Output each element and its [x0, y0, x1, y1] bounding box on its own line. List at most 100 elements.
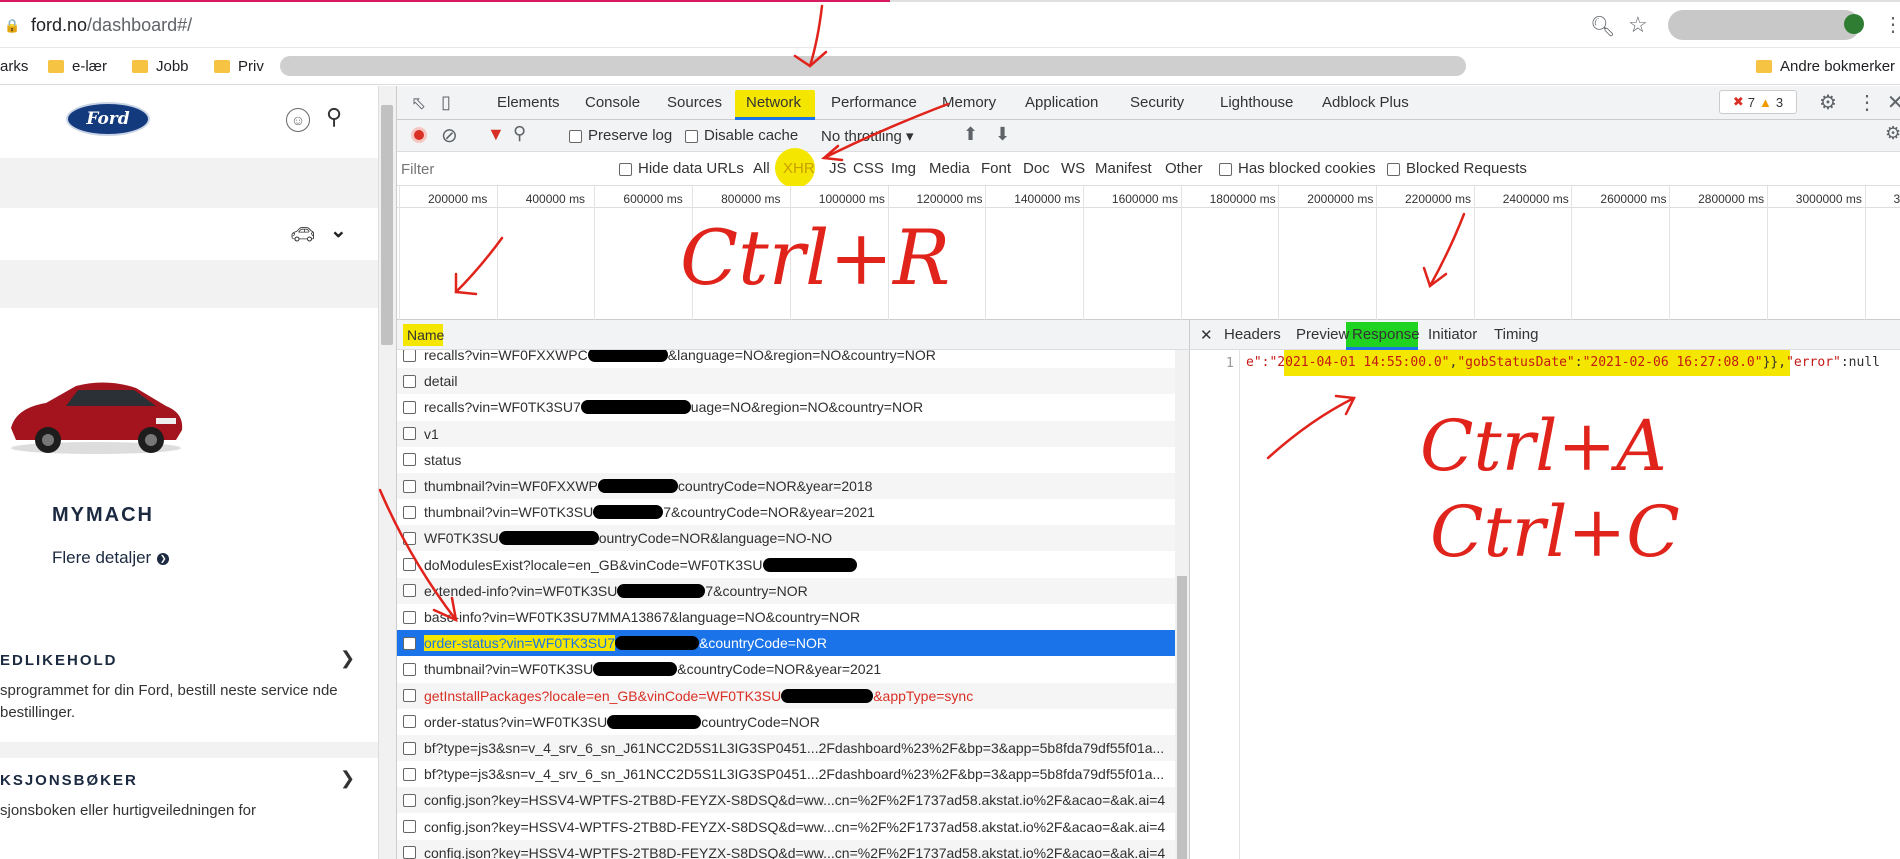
throttling-select[interactable]: No throttling ▾: [821, 127, 914, 145]
tab-response[interactable]: Response: [1352, 326, 1420, 343]
maintenance-section[interactable]: EDLIKEHOLD ❯ sprogrammet for din Ford, b…: [0, 638, 378, 742]
request-row[interactable]: status: [397, 447, 1175, 473]
has-blocked-cookies-checkbox[interactable]: Has blocked cookies: [1219, 160, 1376, 177]
clear-icon[interactable]: ⊘: [441, 123, 458, 148]
type-filter-xhr[interactable]: XHR: [783, 160, 815, 177]
request-row[interactable]: config.json?key=HSSV4-WPTFS-2TB8D-FEYZX-…: [397, 787, 1175, 814]
request-type-icon: [403, 453, 416, 467]
bookmark-folder[interactable]: e-lær: [48, 58, 107, 75]
tab-memory[interactable]: Memory: [942, 94, 996, 111]
checkbox-box: [1387, 162, 1400, 176]
request-row[interactable]: order-status?vin=WF0TK3SU countryCode=NOR: [397, 709, 1175, 735]
type-filter-font[interactable]: Font: [981, 160, 1011, 177]
tab-network[interactable]: Network: [746, 94, 801, 111]
tab-security[interactable]: Security: [1130, 94, 1184, 111]
vehicle-selector[interactable]: 🚗︎ ⌄: [0, 208, 378, 260]
bookmark-folder[interactable]: Priv: [214, 58, 264, 75]
type-filter-manifest[interactable]: Manifest: [1095, 160, 1152, 177]
zoom-icon[interactable]: 🔍︎: [1590, 14, 1615, 39]
user-icon[interactable]: ☺: [286, 108, 310, 132]
folder-icon: [48, 60, 64, 73]
tab-console[interactable]: Console: [585, 94, 640, 111]
extension-icon[interactable]: [1844, 14, 1864, 34]
type-filter-doc[interactable]: Doc: [1023, 160, 1050, 177]
request-row[interactable]: recalls?vin=WF0TK3SU7 uage=NO&region=NO&c…: [397, 394, 1175, 420]
type-filter-media[interactable]: Media: [929, 160, 970, 177]
request-row[interactable]: order-status?vin=WF0TK3SU7 &countryCode=N…: [397, 630, 1175, 657]
chevron-down-icon[interactable]: ⌄: [330, 218, 347, 243]
bookmark-item[interactable]: arks: [0, 58, 28, 75]
response-code[interactable]: e":"2021-04-01 14:55:00.0","gobStatusDat…: [1246, 355, 1880, 370]
type-filter-js[interactable]: JS: [829, 160, 847, 177]
filter-input[interactable]: [401, 158, 597, 180]
type-filter-css[interactable]: CSS: [853, 160, 884, 177]
type-filter-other[interactable]: Other: [1165, 160, 1203, 177]
ford-logo[interactable]: Ford: [66, 102, 150, 136]
record-icon[interactable]: [411, 127, 427, 143]
request-row[interactable]: WF0TK3SU ountryCode=NOR&language=NO-NO: [397, 525, 1175, 552]
request-row[interactable]: getInstallPackages?locale=en_GB&vinCode=…: [397, 682, 1175, 709]
network-settings-icon[interactable]: ⚙: [1885, 123, 1900, 144]
tab-sources[interactable]: Sources: [667, 94, 722, 111]
profile-button[interactable]: [1668, 10, 1860, 40]
more-options-icon[interactable]: ⋮: [1857, 90, 1877, 115]
gear-icon[interactable]: ⚙: [1819, 90, 1837, 115]
redaction-mark: [762, 557, 857, 572]
tab-timing[interactable]: Timing: [1494, 326, 1538, 343]
tab-application[interactable]: Application: [1025, 94, 1098, 111]
request-row[interactable]: v1: [397, 420, 1175, 447]
request-row[interactable]: recalls?vin=WF0FXXWPC &language=NO&region…: [397, 350, 1175, 368]
url-text[interactable]: ford.no/dashboard#/: [31, 15, 192, 36]
type-filter-ws[interactable]: WS: [1061, 160, 1085, 177]
inspect-element-icon[interactable]: ⬁: [411, 93, 426, 114]
filter-icon[interactable]: ▼: [487, 124, 505, 145]
disable-cache-checkbox[interactable]: Disable cache: [685, 127, 798, 144]
manuals-section[interactable]: KSJONSBØKER ❯ sjonsboken eller hurtigvei…: [0, 758, 378, 859]
import-har-icon[interactable]: ⬆: [963, 124, 978, 145]
tab-adblock-plus[interactable]: Adblock Plus: [1322, 94, 1409, 111]
request-row[interactable]: bf?type=js3&sn=v_4_srv_6_sn_J61NCC2D5S1L…: [397, 761, 1175, 787]
request-row[interactable]: thumbnail?vin=WF0TK3SU 7&countryCode=NOR&…: [397, 499, 1175, 525]
network-toolbar: ⊘ ▼ ⚲ Preserve log Disable cache No thro…: [397, 120, 1900, 152]
network-overview-timeline[interactable]: 200000 ms 400000 ms 600000 ms 800000 ms 1000…: [397, 186, 1900, 320]
search-icon[interactable]: ⚲: [513, 123, 526, 144]
search-icon[interactable]: ⚲: [326, 104, 342, 130]
response-viewer[interactable]: 1 e":"2021-04-01 14:55:00.0","gobStatusD…: [1189, 350, 1900, 859]
tab-performance[interactable]: Performance: [831, 94, 917, 111]
request-row[interactable]: config.json?key=HSSV4-WPTFS-2TB8D-FEYZX-…: [397, 839, 1175, 859]
bookmark-star-icon[interactable]: ☆: [1628, 12, 1648, 38]
blocked-requests-checkbox[interactable]: Blocked Requests: [1387, 160, 1527, 177]
lock-icon[interactable]: 🔒: [4, 18, 20, 34]
code-key: "gobStatusDate": [1457, 355, 1575, 370]
browser-menu-icon[interactable]: ⋮: [1883, 12, 1900, 37]
page-scrollbar-thumb[interactable]: [381, 105, 393, 345]
hide-data-urls-checkbox[interactable]: Hide data URLs: [619, 160, 744, 177]
request-row[interactable]: extended-info?vin=WF0TK3SU 7&country=NOR: [397, 577, 1175, 604]
tab-elements[interactable]: Elements: [497, 94, 560, 111]
preserve-log-checkbox[interactable]: Preserve log: [569, 127, 672, 144]
tab-lighthouse[interactable]: Lighthouse: [1220, 94, 1293, 111]
request-row[interactable]: config.json?key=HSSV4-WPTFS-2TB8D-FEYZX-…: [397, 814, 1175, 840]
address-bar[interactable]: 🔒 ford.no/dashboard#/ 🔍︎ ☆ ⋮: [0, 2, 1900, 48]
request-row[interactable]: detail: [397, 368, 1175, 395]
close-detail-icon[interactable]: ✕: [1200, 326, 1213, 344]
bookmark-folder[interactable]: Jobb: [132, 58, 189, 75]
request-row[interactable]: bf?type=js3&sn=v_4_srv_6_sn_J61NCC2D5S1L…: [397, 735, 1175, 761]
name-column-header[interactable]: Name: [407, 327, 444, 343]
tab-headers[interactable]: Headers: [1224, 326, 1281, 343]
issues-badge[interactable]: ✖ 7 ▲ 3: [1719, 90, 1797, 114]
close-icon[interactable]: ✕: [1887, 90, 1900, 115]
request-row[interactable]: base-info?vin=WF0TK3SU7MMA13867&language…: [397, 604, 1175, 630]
request-list-scrollbar-thumb[interactable]: [1177, 576, 1187, 859]
device-toolbar-icon[interactable]: ▯: [441, 92, 451, 113]
request-row[interactable]: doModulesExist?locale=en_GB&vinCode=WF0T…: [397, 552, 1175, 578]
export-har-icon[interactable]: ⬇: [995, 124, 1010, 145]
type-filter-all[interactable]: All: [753, 160, 770, 177]
more-details-link[interactable]: Flere detaljer ❯: [52, 548, 170, 568]
tab-preview[interactable]: Preview: [1296, 326, 1349, 343]
type-filter-img[interactable]: Img: [891, 160, 916, 177]
other-bookmarks-folder[interactable]: Andre bokmerker: [1756, 58, 1895, 75]
tab-initiator[interactable]: Initiator: [1428, 326, 1477, 343]
request-row[interactable]: thumbnail?vin=WF0FXXWP countryCode=NOR&ye…: [397, 473, 1175, 499]
request-row[interactable]: thumbnail?vin=WF0TK3SU &countryCode=NOR&y…: [397, 656, 1175, 682]
